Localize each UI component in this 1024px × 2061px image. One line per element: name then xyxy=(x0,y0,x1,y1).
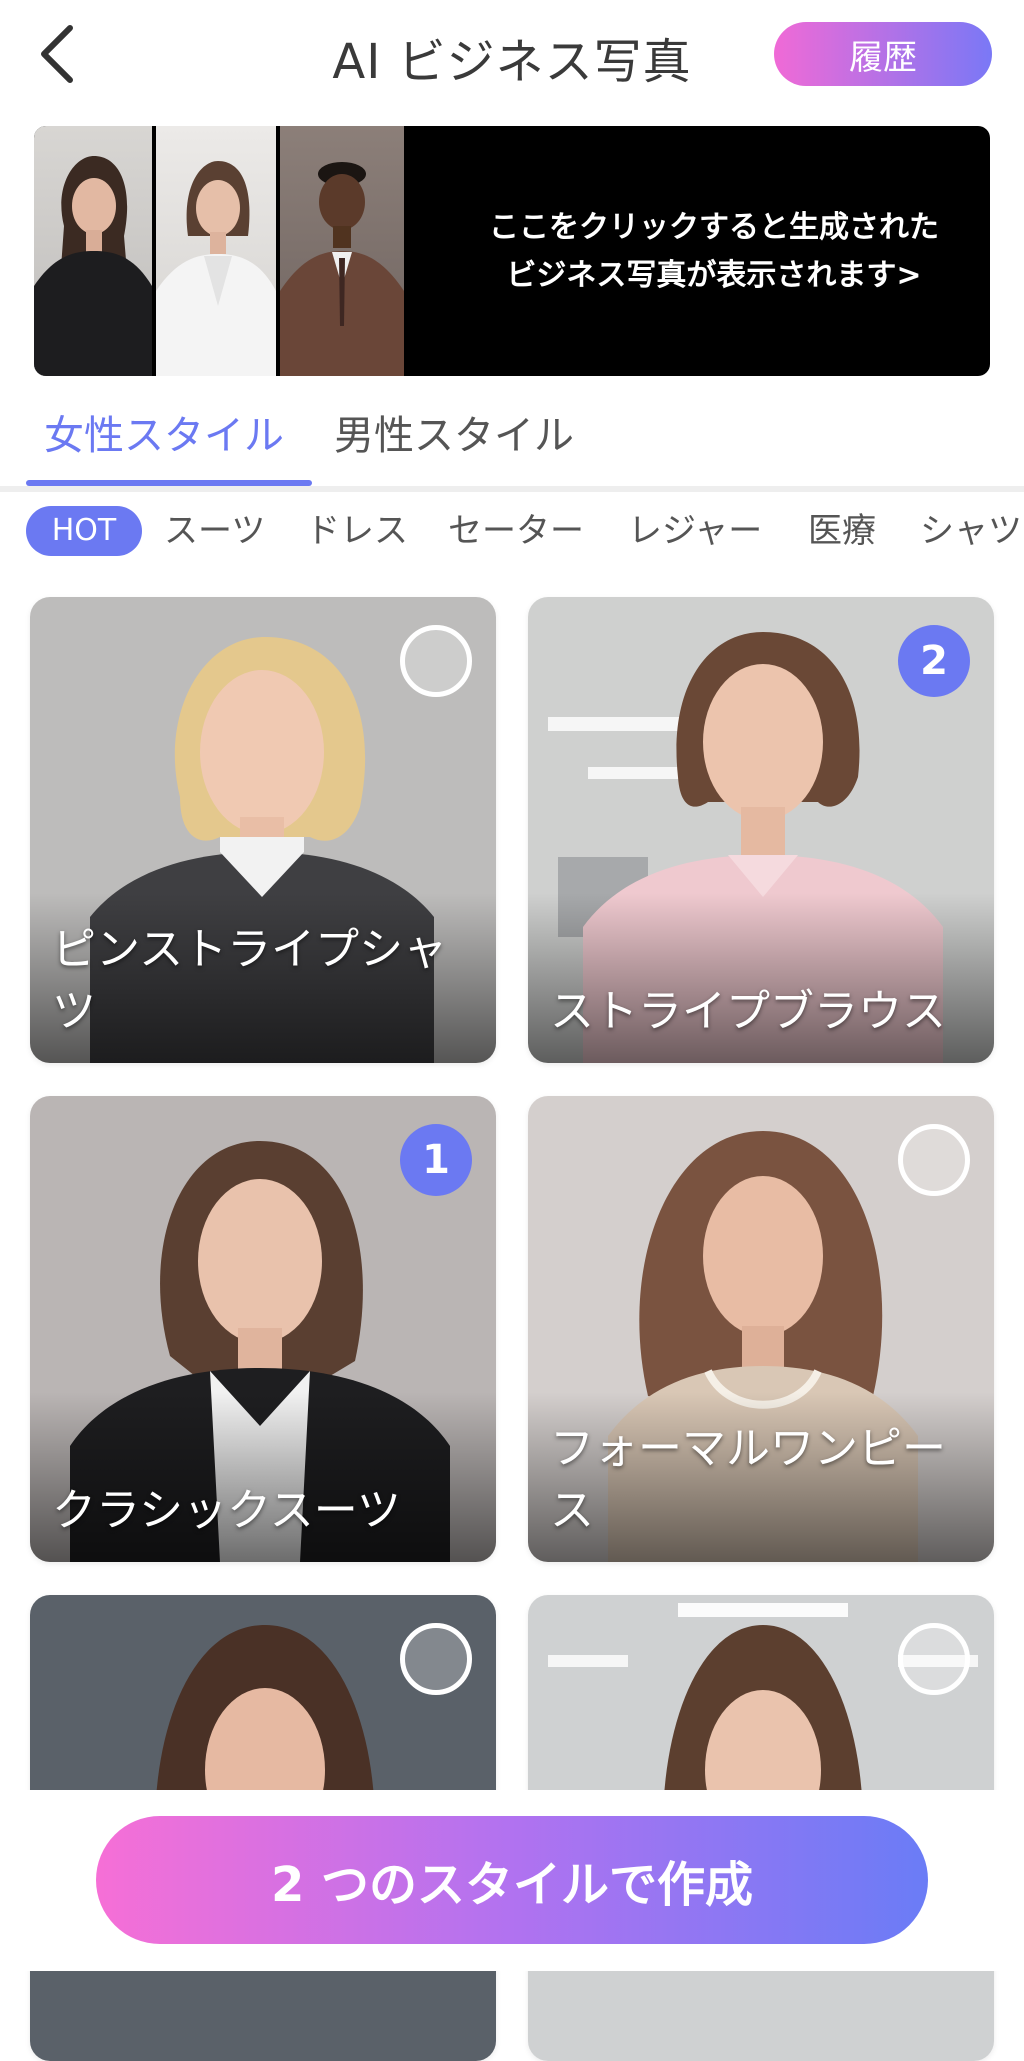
style-card-stripe-blouse[interactable]: 2 ストライプブラウス xyxy=(528,597,994,1063)
style-label: フォーマルワンピース xyxy=(550,1423,946,1536)
banner-text-line1: ここをクリックすると生成された xyxy=(489,210,939,245)
style-label: ストライプブラウス xyxy=(550,986,946,1037)
back-button[interactable] xyxy=(34,22,84,86)
chip-leisure[interactable]: レジャー xyxy=(628,506,762,556)
selected-order-badge[interactable]: 2 xyxy=(898,625,970,697)
style-card-pinstripe-shirt[interactable]: ピンストライプシャツ xyxy=(30,597,496,1063)
select-circle[interactable] xyxy=(898,1124,970,1196)
banner-text: ここをクリックすると生成された ビジネス写真が表示されます> xyxy=(454,204,974,300)
footer-bar: 2 つのスタイルで作成 xyxy=(0,1790,1024,1971)
style-label: クラシックスーツ xyxy=(52,1485,401,1536)
chip-medical[interactable]: 医療 xyxy=(808,506,876,556)
gender-tabs: 女性スタイル 男性スタイル xyxy=(0,400,1024,492)
selected-order-badge[interactable]: 1 xyxy=(400,1124,472,1196)
generated-photos-banner[interactable]: ここをクリックすると生成された ビジネス写真が表示されます> xyxy=(34,126,990,376)
select-circle[interactable] xyxy=(898,1623,970,1695)
category-chips: HOT スーツ ドレス セーター レジャー 医療 シャツ xyxy=(0,502,1024,562)
tab-female-style[interactable]: 女性スタイル xyxy=(44,410,284,486)
style-card-classic-suit[interactable]: 1 クラシックスーツ xyxy=(30,1096,496,1562)
history-button[interactable]: 履歴 xyxy=(774,22,992,86)
chip-hot[interactable]: HOT xyxy=(26,506,142,556)
header: AI ビジネス写真 履歴 xyxy=(0,0,1024,115)
create-button[interactable]: 2 つのスタイルで作成 xyxy=(96,1816,928,1944)
chip-dresses[interactable]: ドレス xyxy=(306,506,408,556)
banner-text-line2: ビジネス写真が表示されます> xyxy=(506,258,922,293)
banner-portrait-woman-black-suit xyxy=(34,126,152,376)
select-circle[interactable] xyxy=(400,1623,472,1695)
chevron-left-icon xyxy=(41,25,73,83)
style-card-formal-dress[interactable]: フォーマルワンピース xyxy=(528,1096,994,1562)
style-label: ピンストライプシャツ xyxy=(52,924,448,1037)
select-circle[interactable] xyxy=(400,625,472,697)
chip-sweaters[interactable]: セーター xyxy=(448,506,584,556)
banner-portrait-woman-white-suit xyxy=(156,126,276,376)
active-tab-indicator xyxy=(26,480,312,486)
chip-suits[interactable]: スーツ xyxy=(164,506,265,556)
chip-shirts[interactable]: シャツ xyxy=(920,506,1022,556)
tab-male-style[interactable]: 男性スタイル xyxy=(334,410,574,486)
banner-portrait-man-brown-suit xyxy=(280,126,404,376)
